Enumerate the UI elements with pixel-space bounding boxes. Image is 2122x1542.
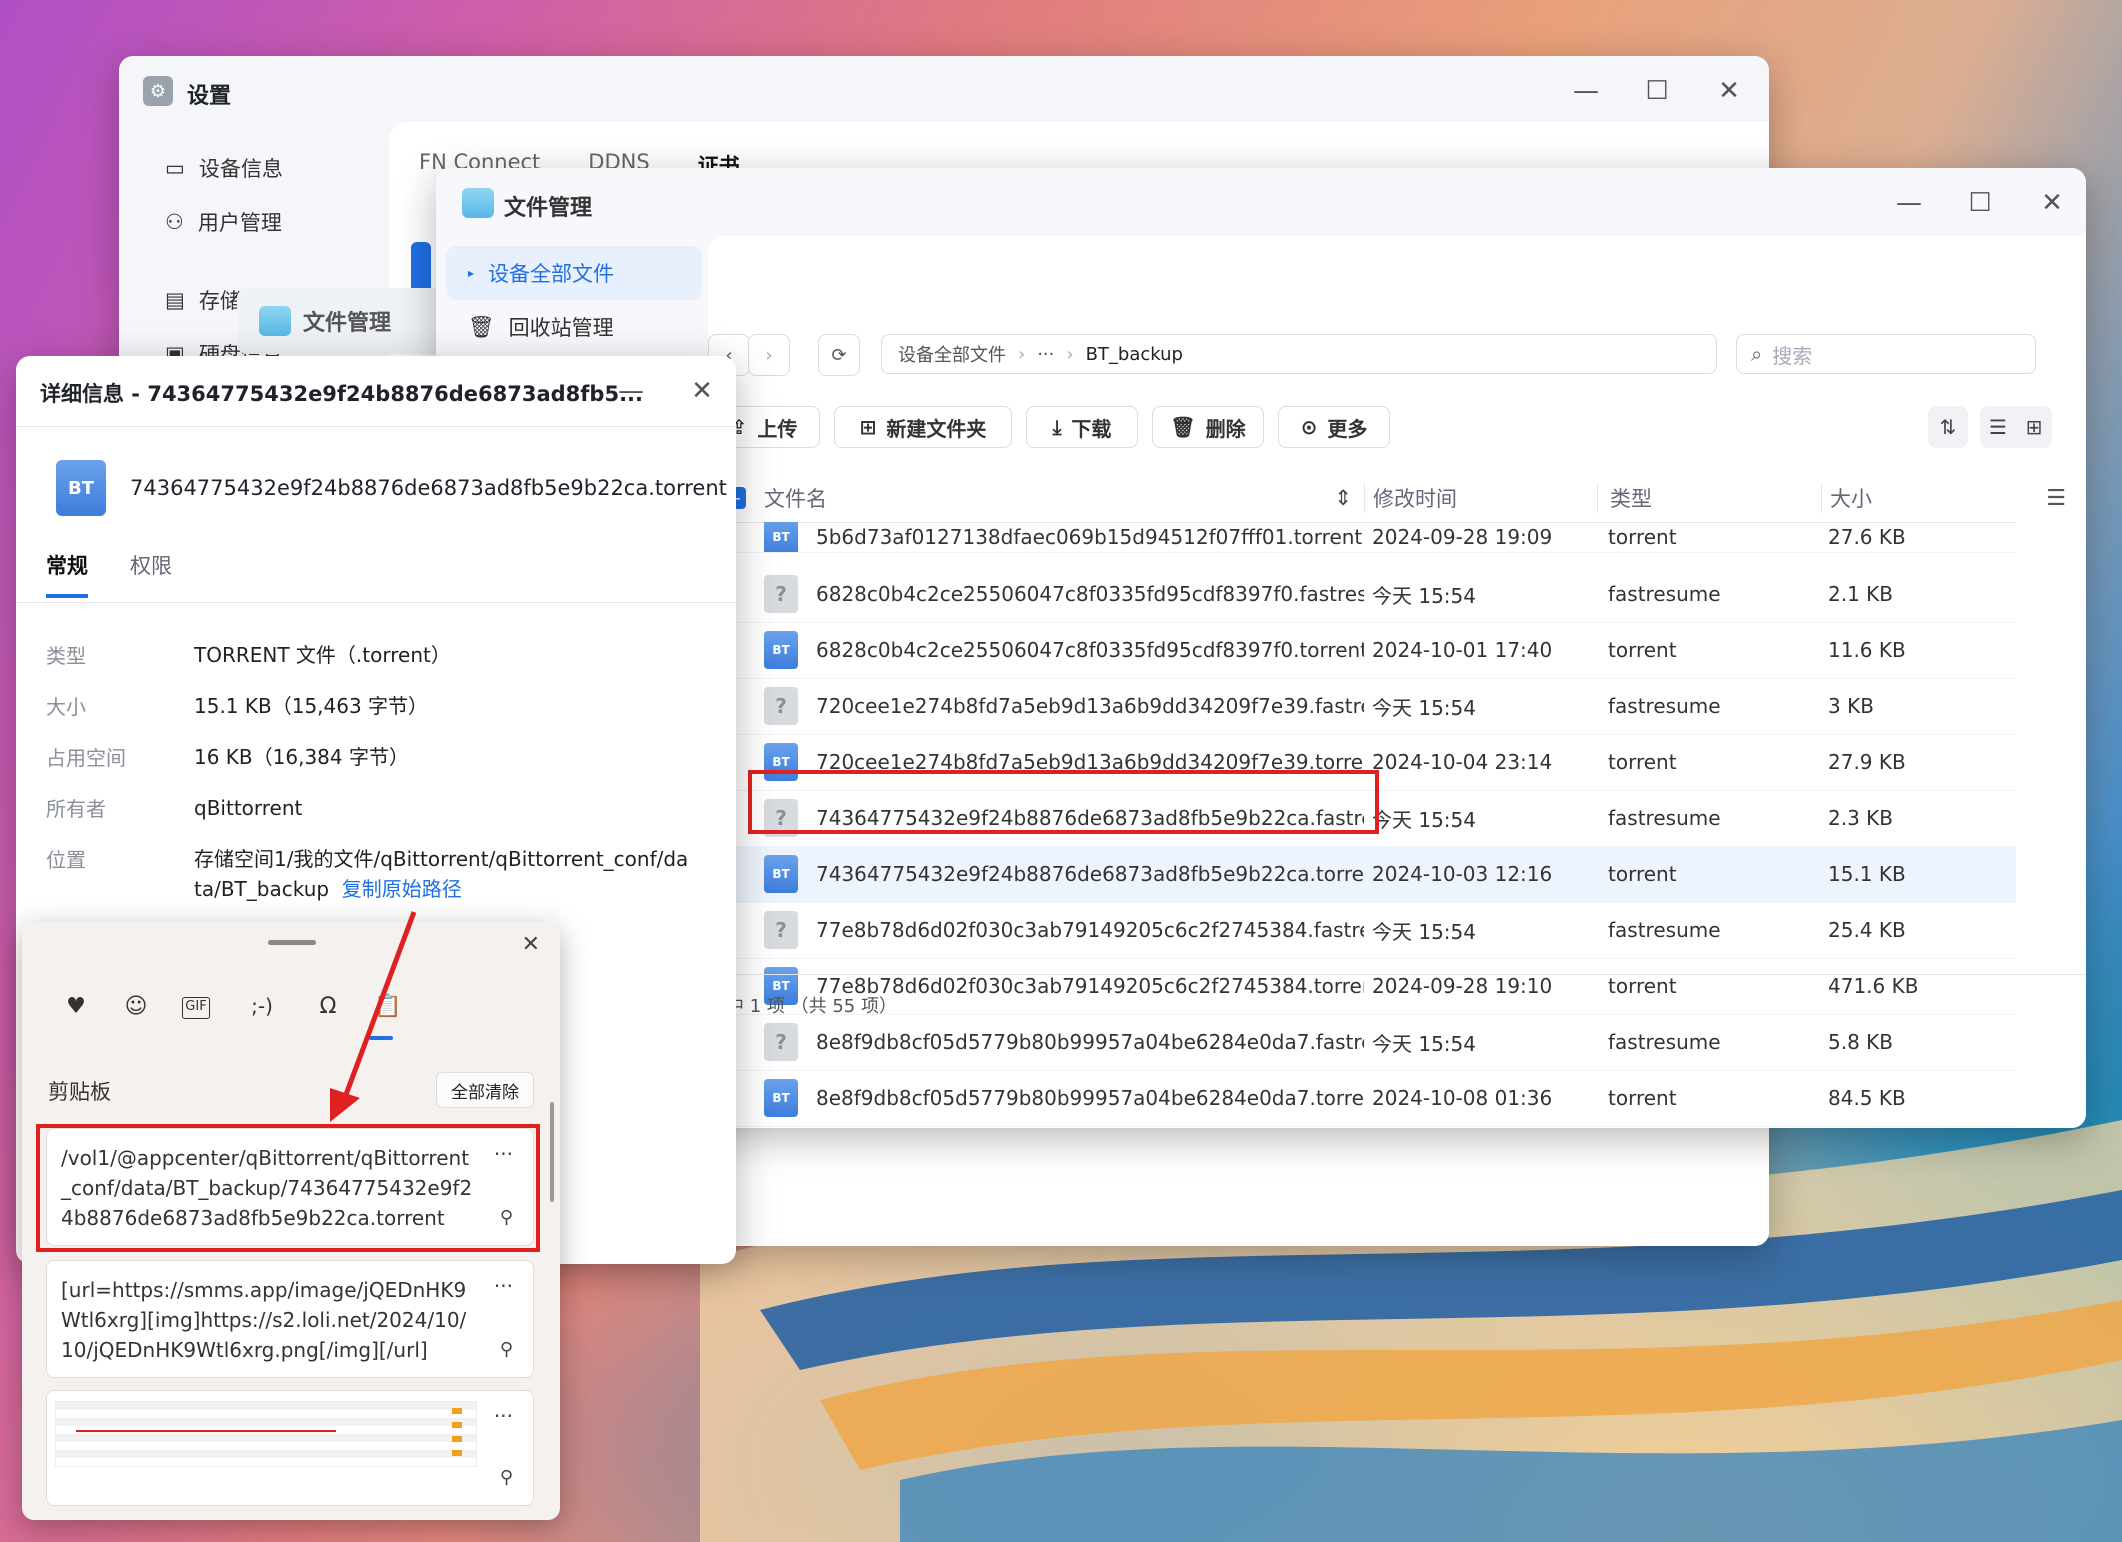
arrow-shaft bbox=[341, 911, 417, 1101]
arrow-head bbox=[330, 1088, 360, 1122]
annotation-arrow bbox=[330, 911, 417, 1122]
